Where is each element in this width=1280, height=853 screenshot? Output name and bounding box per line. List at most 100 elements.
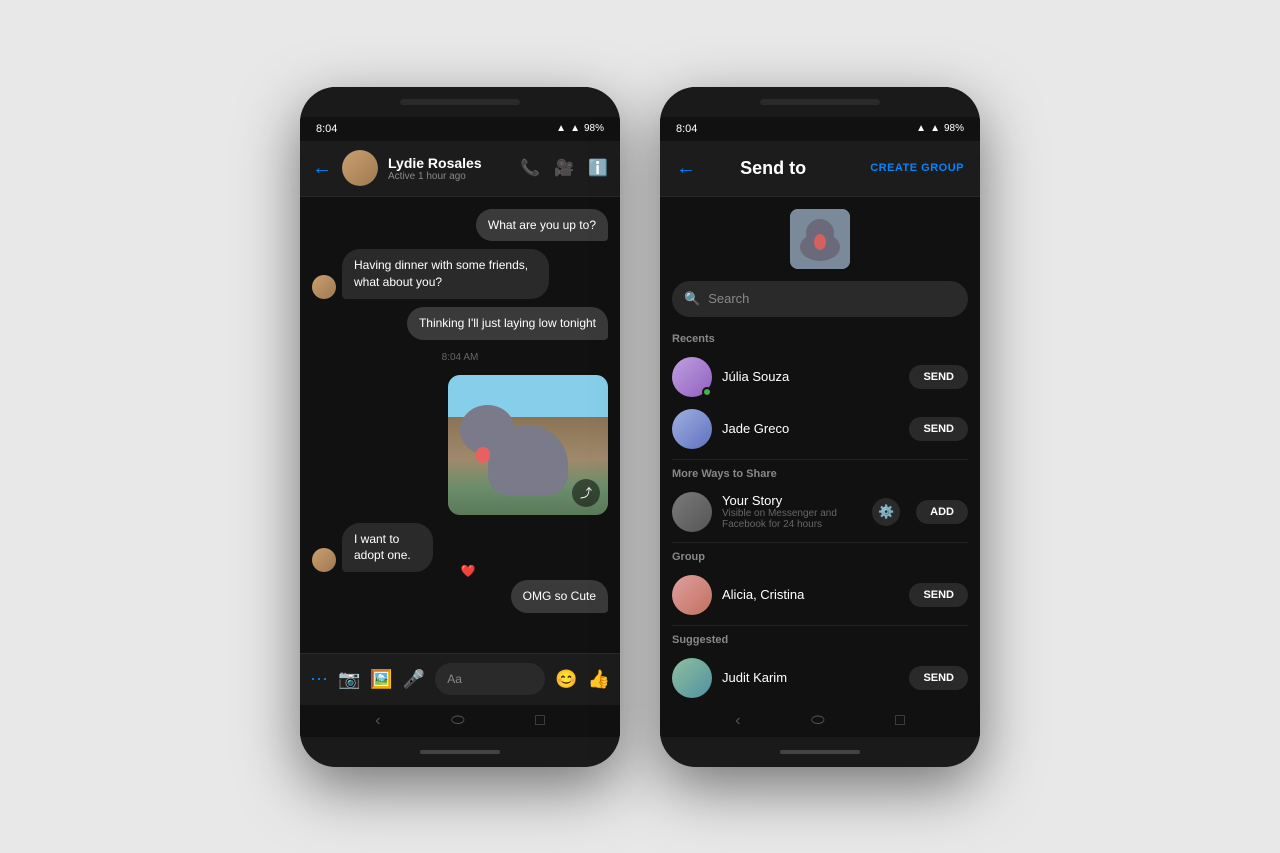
julia-avatar [672,357,712,397]
info-icon[interactable]: ℹ️ [588,158,608,178]
divider-1 [672,459,968,460]
contact-avatar [342,150,378,186]
recents-nav-icon[interactable]: □ [535,712,545,730]
call-icon[interactable]: 📞 [520,158,540,178]
jade-send-button[interactable]: SEND [909,417,968,441]
message-text: I want to adopt one. [354,532,411,563]
back-nav-icon-2[interactable]: ‹ [735,712,740,730]
timestamp: 8:04 AM [312,352,608,363]
search-icon: 🔍 [684,291,700,307]
phone-sendto: 8:04 ▲ ▲ 98% ← Send to CREATE GROUP [660,87,980,767]
contact-row-judit: Judit Karim SEND [672,652,968,704]
sendto-screen: ← Send to CREATE GROUP 🔍 Search [660,141,980,737]
julia-name: Júlia Souza [722,369,899,384]
divider-3 [672,625,968,626]
message-row-2: Having dinner with some friends, what ab… [312,249,608,299]
section-more-label: More Ways to Share [672,468,968,480]
mic-icon[interactable]: 🎤 [403,669,425,690]
alicia-name: Alicia, Cristina [722,587,899,602]
avatar-image [342,150,378,186]
camera-icon[interactable]: 📷 [338,669,360,690]
message-input[interactable]: Aa [435,663,545,695]
message-bubble-received-2: Having dinner with some friends, what ab… [342,249,549,299]
like-icon[interactable]: 👍 [588,669,610,690]
contact-status: Active 1 hour ago [388,171,510,182]
menu-dots-icon[interactable]: ⋯ [310,669,328,690]
section-suggested-label: Suggested [672,634,968,646]
scene: 8:04 ▲ ▲ 98% ← Lydie Rosales Active 1 ho… [0,0,1280,853]
nav-bar-1: ‹ ⬭ □ [300,705,620,737]
status-bar-sendto: 8:04 ▲ ▲ 98% [660,117,980,141]
back-button[interactable]: ← [312,157,332,180]
judit-avatar-img [672,658,712,698]
dog-tongue [476,447,490,463]
contact-row-alicia: Alicia, Cristina SEND [672,569,968,621]
julia-online-dot [702,387,712,397]
judit-send-button[interactable]: SEND [909,666,968,690]
jade-avatar [672,409,712,449]
section-group-label: Group [672,551,968,563]
nav-bar-2: ‹ ⬭ □ [660,705,980,737]
message-row-1: What are you up to? [312,209,608,242]
back-nav-icon[interactable]: ‹ [375,712,380,730]
story-settings-button[interactable]: ⚙️ [872,498,900,526]
status-time: 8:04 [316,123,337,135]
message-text: Having dinner with some friends, what ab… [354,258,528,289]
recents-nav-icon-2[interactable]: □ [895,712,905,730]
contact-info: Lydie Rosales Active 1 hour ago [388,155,510,182]
message-row-image: ⤴ [312,375,608,515]
notch-bar [400,99,520,105]
share-button[interactable]: ⤴ [572,479,600,507]
story-info: Your Story Visible on Messenger and Face… [722,493,862,530]
status-time-2: 8:04 [676,123,697,135]
phone-bottom-2 [660,737,980,767]
preview-dog-image [790,209,850,269]
alicia-send-button[interactable]: SEND [909,583,968,607]
chat-header: ← Lydie Rosales Active 1 hour ago 📞 🎥 ℹ️ [300,141,620,197]
phone-notch [300,87,620,117]
video-icon[interactable]: 🎥 [554,158,574,178]
sendto-content: Recents Júlia Souza SEND Jade Greco [660,325,980,705]
judit-name: Judit Karim [722,670,899,685]
alicia-avatar [672,575,712,615]
gallery-icon[interactable]: 🖼️ [370,669,392,690]
julia-send-button[interactable]: SEND [909,365,968,389]
home-nav-icon[interactable]: ⬭ [451,712,465,730]
message-text: Thinking I'll just laying low tonight [419,316,596,330]
notch-bar-2 [760,99,880,105]
message-row-5: I want to adopt one. ❤️ [312,523,608,573]
jade-name: Jade Greco [722,421,899,436]
message-bubble-sent-1: What are you up to? [476,209,608,242]
emoji-icon[interactable]: 😊 [555,669,577,690]
home-nav-icon-2[interactable]: ⬭ [811,712,825,730]
divider-2 [672,542,968,543]
dog-head [460,405,515,455]
search-placeholder: Search [708,291,749,306]
message-text: What are you up to? [488,218,596,232]
create-group-button[interactable]: CREATE GROUP [870,162,964,174]
contact-row-julia: Júlia Souza SEND [672,351,968,403]
message-bubble-sent-6: OMG so Cute [511,580,608,613]
chat-screen: ← Lydie Rosales Active 1 hour ago 📞 🎥 ℹ️ [300,141,620,737]
bottom-bar [420,750,500,754]
dog-svg [790,209,850,269]
status-icons-2: ▲ ▲ 98% [916,123,964,134]
story-avatar-img [672,492,712,532]
status-bar-chat: 8:04 ▲ ▲ 98% [300,117,620,141]
message-row-3: Thinking I'll just laying low tonight [312,307,608,340]
sendto-title: Send to [676,158,870,179]
bottom-bar-2 [780,750,860,754]
preview-image [790,209,850,269]
alicia-avatar-img [672,575,712,615]
messages-area: What are you up to? Having dinner with s… [300,197,620,653]
story-add-button[interactable]: ADD [916,500,968,524]
contact-name: Lydie Rosales [388,155,510,171]
chat-input-bar: ⋯ 📷 🖼️ 🎤 Aa 😊 👍 [300,653,620,705]
search-bar[interactable]: 🔍 Search [672,281,968,317]
story-subtitle: Visible on Messenger and Facebook for 24… [722,508,862,530]
sendto-header: ← Send to CREATE GROUP [660,141,980,197]
battery-text-2: 98% [944,123,964,134]
received-avatar [312,275,336,299]
story-name: Your Story [722,493,862,508]
image-message: ⤴ [448,375,608,515]
